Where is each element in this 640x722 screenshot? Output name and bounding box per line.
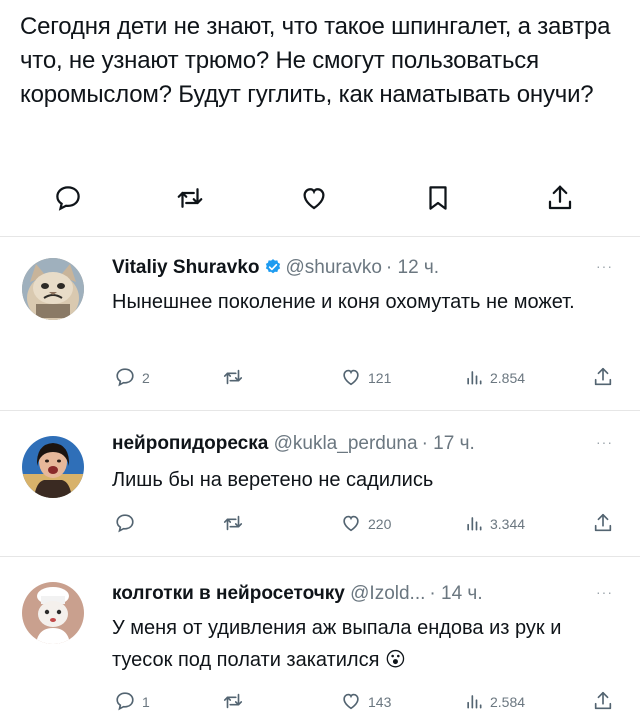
share-icon bbox=[592, 512, 614, 537]
author-handle[interactable]: @kukla_perduna bbox=[274, 433, 418, 454]
retweet-action[interactable] bbox=[222, 690, 244, 714]
reply-action[interactable] bbox=[114, 512, 142, 536]
retweet-icon[interactable] bbox=[170, 178, 210, 218]
like-action[interactable]: 121 bbox=[340, 366, 391, 390]
author-name[interactable]: Vitaliy Shuravko bbox=[112, 257, 260, 278]
separator bbox=[0, 556, 640, 557]
post-time[interactable]: · 12 ч. bbox=[386, 257, 439, 278]
like-count: 143 bbox=[368, 694, 392, 710]
author-name[interactable]: нейропидореска bbox=[112, 433, 268, 454]
like-count: 220 bbox=[368, 516, 392, 532]
reply-icon bbox=[114, 512, 136, 537]
reply-text: У меня от удивления аж выпала ендова из … bbox=[112, 612, 612, 676]
views-icon bbox=[464, 691, 484, 714]
share-icon bbox=[592, 690, 614, 715]
views-action[interactable]: 3.344 bbox=[464, 512, 525, 536]
separator bbox=[0, 236, 640, 237]
main-post-text: Сегодня дети не знают, что такое шпингал… bbox=[20, 13, 611, 108]
more-options-icon[interactable]: ··· bbox=[596, 258, 613, 274]
like-icon[interactable] bbox=[294, 178, 334, 218]
reply-action[interactable]: 1 bbox=[114, 690, 150, 714]
views-icon bbox=[464, 513, 484, 536]
reply-item: колготки в нейросеточку @Izold... · 14 ч.… bbox=[0, 568, 640, 722]
like-count: 121 bbox=[368, 370, 392, 386]
views-action[interactable]: 2.854 bbox=[464, 366, 525, 390]
verified-badge-icon bbox=[264, 258, 282, 283]
share-icon bbox=[592, 366, 614, 391]
retweet-icon bbox=[222, 366, 244, 391]
share-action[interactable] bbox=[592, 366, 614, 390]
reply-text-content: У меня от удивления аж выпала ендова из … bbox=[112, 617, 562, 671]
retweet-action[interactable] bbox=[222, 512, 244, 536]
reply-text: Нынешнее поколение и коня охомутать не м… bbox=[112, 291, 575, 313]
reply-header: нейропидореска @kukla_perduna · 17 ч. bbox=[112, 432, 475, 456]
reply-icon bbox=[114, 366, 136, 391]
retweet-action[interactable] bbox=[222, 366, 244, 390]
author-handle[interactable]: @shuravko bbox=[286, 257, 382, 278]
reply-count: 2 bbox=[142, 370, 150, 386]
view-count: 3.344 bbox=[490, 516, 526, 532]
more-options-icon[interactable]: ··· bbox=[596, 434, 613, 450]
emoji: 😮 bbox=[385, 649, 406, 671]
views-action[interactable]: 2.584 bbox=[464, 690, 525, 714]
avatar[interactable] bbox=[22, 436, 84, 498]
reply-header: колготки в нейросеточку @Izold... · 14 ч. bbox=[112, 582, 483, 606]
reply-header: Vitaliy Shuravko @shuravko · 12 ч. bbox=[112, 256, 439, 283]
reply-action[interactable]: 2 bbox=[114, 366, 150, 390]
retweet-icon bbox=[222, 690, 244, 715]
reply-icon bbox=[114, 690, 136, 715]
like-icon bbox=[340, 512, 362, 537]
reply-icon[interactable] bbox=[48, 178, 88, 218]
retweet-icon bbox=[222, 512, 244, 537]
main-post-actions bbox=[0, 178, 640, 218]
like-icon bbox=[340, 366, 362, 391]
main-post: Сегодня дети не знают, что такое шпингал… bbox=[0, 0, 640, 240]
bookmark-icon[interactable] bbox=[418, 178, 458, 218]
share-icon[interactable] bbox=[540, 178, 580, 218]
share-action[interactable] bbox=[592, 512, 614, 536]
avatar[interactable] bbox=[22, 258, 84, 320]
like-icon bbox=[340, 690, 362, 715]
reply-item: нейропидореска @kukla_perduna · 17 ч. ···… bbox=[0, 424, 640, 554]
avatar[interactable] bbox=[22, 582, 84, 644]
more-options-icon[interactable]: ··· bbox=[596, 584, 613, 600]
reply-count: 1 bbox=[142, 694, 150, 710]
post-time[interactable]: · 17 ч. bbox=[422, 433, 475, 454]
reply-item: Vitaliy Shuravko @shuravko · 12 ч. ··· Нын… bbox=[0, 250, 640, 412]
like-action[interactable]: 220 bbox=[340, 512, 391, 536]
reply-text: Лишь бы на веретено не садились bbox=[112, 469, 434, 491]
like-action[interactable]: 143 bbox=[340, 690, 391, 714]
view-count: 2.584 bbox=[490, 694, 526, 710]
separator bbox=[0, 410, 640, 411]
post-time[interactable]: · 14 ч. bbox=[429, 583, 482, 604]
share-action[interactable] bbox=[592, 690, 614, 714]
view-count: 2.854 bbox=[490, 370, 526, 386]
views-icon bbox=[464, 367, 484, 390]
author-name[interactable]: колготки в нейросеточку bbox=[112, 583, 345, 604]
author-handle[interactable]: @Izold... bbox=[350, 583, 425, 604]
